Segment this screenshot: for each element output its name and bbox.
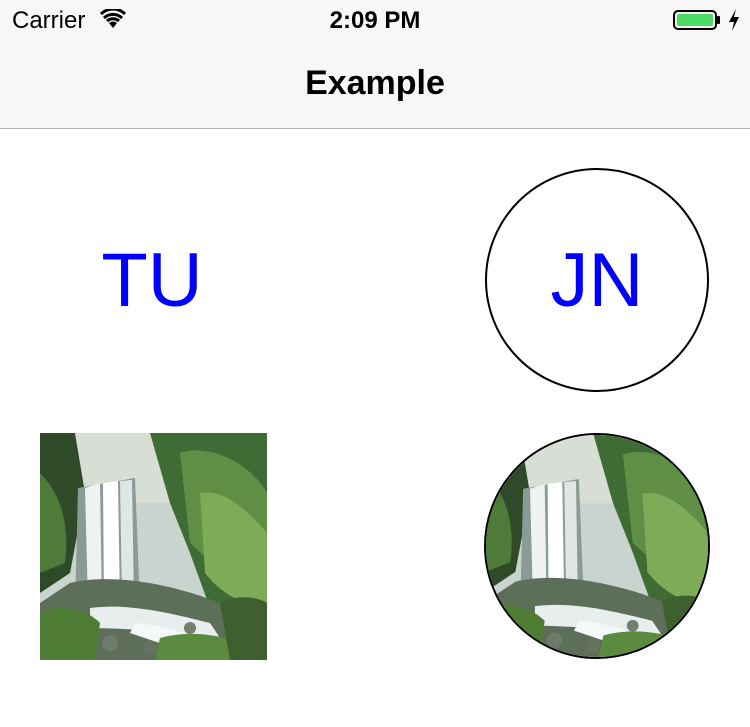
avatar-photo-circle: [484, 433, 710, 659]
avatar-initials-circle: JN: [485, 168, 709, 392]
waterfall-photo-icon: [40, 433, 267, 660]
navigation-bar: Example: [0, 40, 750, 129]
page-title: Example: [305, 64, 445, 102]
status-bar: Carrier 2:09 PM: [0, 0, 750, 40]
avatar-photo-square: [40, 433, 267, 660]
battery-icon: [673, 10, 721, 30]
charging-bolt-icon: [727, 8, 741, 32]
avatar-initials-plain: TU: [101, 237, 203, 323]
status-time: 2:09 PM: [329, 7, 421, 34]
waterfall-photo-icon: [486, 435, 708, 657]
